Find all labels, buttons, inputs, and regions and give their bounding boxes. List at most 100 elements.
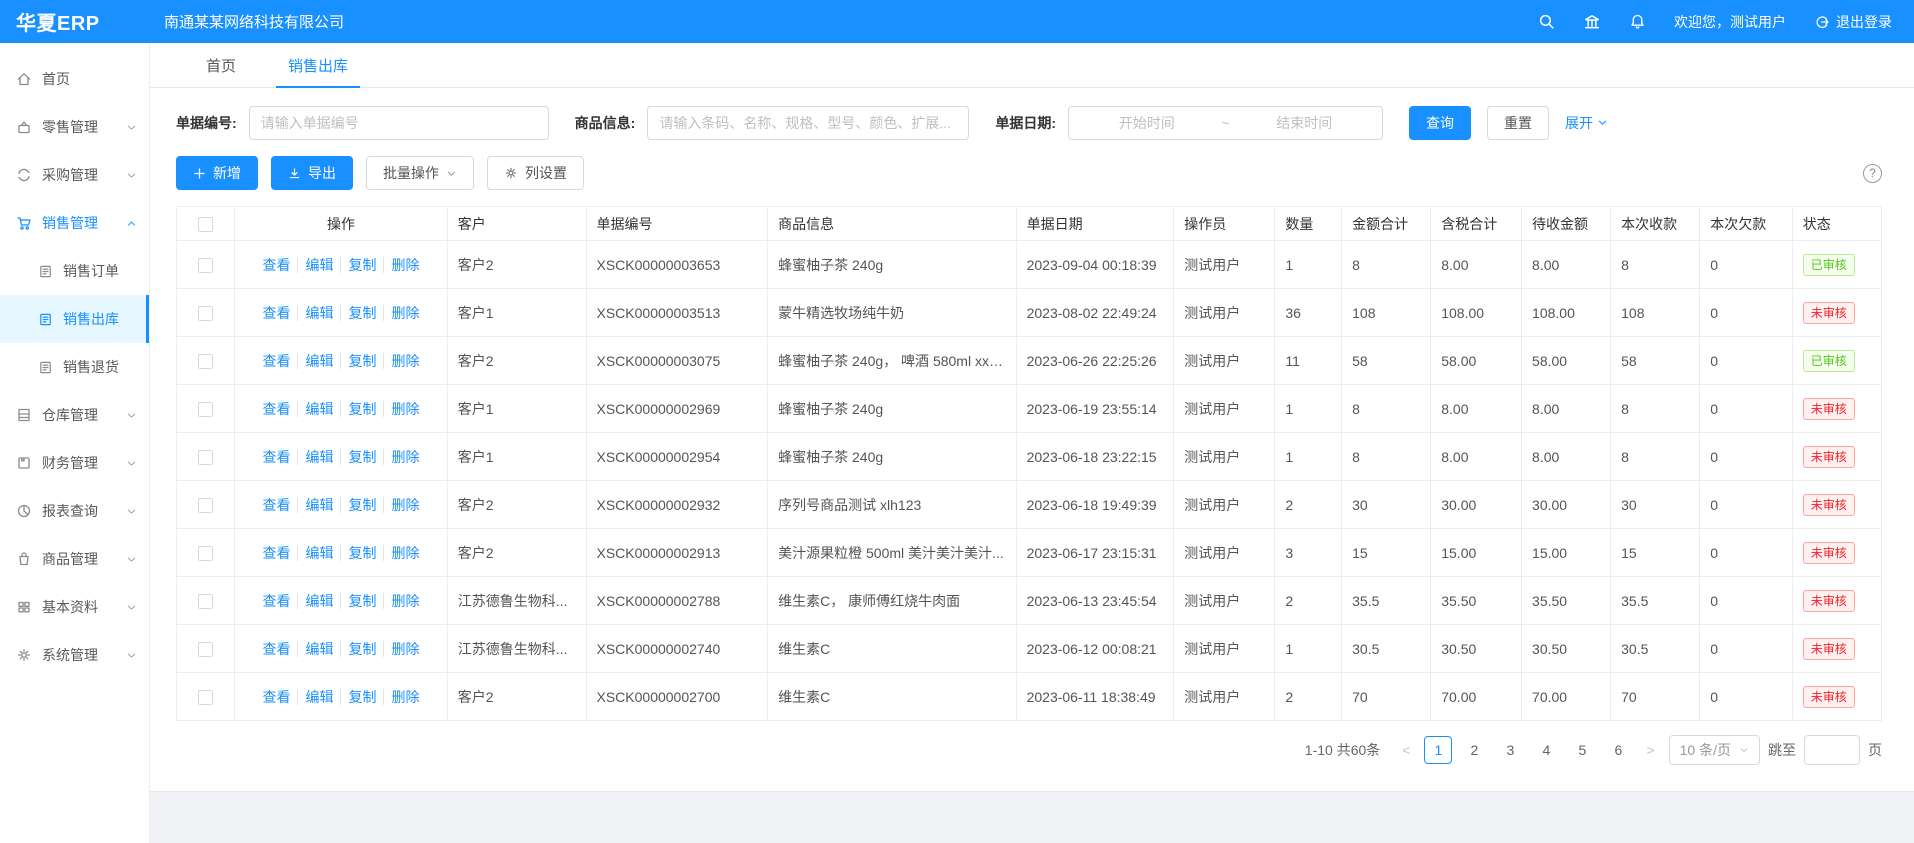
row-actions-cell: 查看编辑复制删除 (235, 481, 447, 529)
row-status-cell: 未审核 (1792, 385, 1881, 433)
delete-link[interactable]: 删除 (383, 497, 426, 513)
row-checkbox[interactable] (198, 498, 213, 513)
sidebar-item-warehouse[interactable]: 仓库管理 (0, 391, 149, 439)
bank-icon[interactable] (1583, 13, 1601, 31)
add-button[interactable]: 新增 (176, 156, 258, 190)
view-link[interactable]: 查看 (255, 545, 297, 561)
page-number-6[interactable]: 6 (1604, 736, 1632, 764)
delete-link[interactable]: 删除 (383, 401, 426, 417)
copy-link[interactable]: 复制 (340, 641, 383, 657)
page-number-5[interactable]: 5 (1568, 736, 1596, 764)
tab-sale-out[interactable]: 销售出库 (276, 43, 360, 87)
view-link[interactable]: 查看 (255, 353, 297, 369)
select-all-checkbox[interactable] (198, 217, 213, 232)
page-number-2[interactable]: 2 (1460, 736, 1488, 764)
jump-page-input[interactable] (1804, 735, 1860, 765)
material-input[interactable] (647, 106, 969, 140)
copy-link[interactable]: 复制 (340, 689, 383, 705)
copy-link[interactable]: 复制 (340, 593, 383, 609)
delete-link[interactable]: 删除 (383, 257, 426, 273)
sidebar-item-sale-out[interactable]: 销售出库 (0, 295, 149, 343)
copy-link[interactable]: 复制 (340, 401, 383, 417)
sidebar-item-sale-order[interactable]: 销售订单 (0, 247, 149, 295)
next-page-button[interactable]: > (1640, 742, 1660, 758)
view-link[interactable]: 查看 (255, 449, 297, 465)
sidebar-item-home[interactable]: 首页 (0, 55, 149, 103)
tab-home[interactable]: 首页 (194, 43, 248, 87)
page-number-3[interactable]: 3 (1496, 736, 1524, 764)
sidebar-item-finance[interactable]: 财务管理 (0, 439, 149, 487)
row-checkbox[interactable] (198, 402, 213, 417)
edit-link[interactable]: 编辑 (297, 257, 340, 273)
delete-link[interactable]: 删除 (383, 353, 426, 369)
sidebar-item-system[interactable]: 系统管理 (0, 631, 149, 679)
date-range-input[interactable]: 开始时间 ~ 结束时间 (1068, 106, 1383, 140)
row-checkbox[interactable] (198, 354, 213, 369)
sidebar-item-goods[interactable]: 商品管理 (0, 535, 149, 583)
sidebar-item-sale-return[interactable]: 销售退货 (0, 343, 149, 391)
delete-link[interactable]: 删除 (383, 305, 426, 321)
view-link[interactable]: 查看 (255, 593, 297, 609)
delete-link[interactable]: 删除 (383, 593, 426, 609)
row-checkbox[interactable] (198, 546, 213, 561)
edit-link[interactable]: 编辑 (297, 545, 340, 561)
delete-link[interactable]: 删除 (383, 545, 426, 561)
copy-link[interactable]: 复制 (340, 449, 383, 465)
sidebar-item-report[interactable]: 报表查询 (0, 487, 149, 535)
view-link[interactable]: 查看 (255, 641, 297, 657)
status-badge: 未审核 (1803, 686, 1855, 708)
page-number-4[interactable]: 4 (1532, 736, 1560, 764)
export-button[interactable]: 导出 (271, 156, 353, 190)
search-button[interactable]: 查询 (1409, 106, 1471, 140)
edit-link[interactable]: 编辑 (297, 593, 340, 609)
edit-link[interactable]: 编辑 (297, 401, 340, 417)
row-checkbox[interactable] (198, 258, 213, 273)
row-material: 维生素C (768, 625, 1016, 673)
bell-icon[interactable] (1629, 13, 1646, 30)
delete-link[interactable]: 删除 (383, 689, 426, 705)
view-link[interactable]: 查看 (255, 497, 297, 513)
sidebar-item-basic[interactable]: 基本资料 (0, 583, 149, 631)
edit-link[interactable]: 编辑 (297, 449, 340, 465)
reset-button[interactable]: 重置 (1487, 106, 1549, 140)
row-checkbox[interactable] (198, 450, 213, 465)
copy-link[interactable]: 复制 (340, 353, 383, 369)
sidebar-item-sales[interactable]: 销售管理 (0, 199, 149, 247)
edit-link[interactable]: 编辑 (297, 353, 340, 369)
page-size-select[interactable]: 10 条/页 (1669, 735, 1760, 765)
edit-link[interactable]: 编辑 (297, 305, 340, 321)
copy-link[interactable]: 复制 (340, 497, 383, 513)
view-link[interactable]: 查看 (255, 689, 297, 705)
copy-link[interactable]: 复制 (340, 305, 383, 321)
row-checkbox[interactable] (198, 594, 213, 609)
edit-link[interactable]: 编辑 (297, 497, 340, 513)
row-checkbox[interactable] (198, 690, 213, 705)
row-checkbox[interactable] (198, 642, 213, 657)
search-icon[interactable] (1538, 13, 1555, 30)
view-link[interactable]: 查看 (255, 401, 297, 417)
sidebar-item-purchase[interactable]: 采购管理 (0, 151, 149, 199)
help-icon[interactable]: ? (1863, 164, 1882, 183)
edit-link[interactable]: 编辑 (297, 641, 340, 657)
edit-link[interactable]: 编辑 (297, 689, 340, 705)
chevron-down-icon (1739, 745, 1749, 755)
chevron-down-icon (126, 170, 137, 181)
row-debt: 0 (1700, 625, 1793, 673)
row-date: 2023-06-17 23:15:31 (1016, 529, 1174, 577)
prev-page-button[interactable]: < (1396, 742, 1416, 758)
sidebar-item-retail[interactable]: 零售管理 (0, 103, 149, 151)
view-link[interactable]: 查看 (255, 257, 297, 273)
page-number-1[interactable]: 1 (1424, 736, 1452, 764)
sales-outbound-table: 操作客户单据编号商品信息单据日期操作员数量金额合计含税合计待收金额本次收款本次欠… (176, 206, 1882, 721)
expand-link[interactable]: 展开 (1565, 113, 1608, 133)
logout-button[interactable]: 退出登录 (1814, 12, 1892, 32)
view-link[interactable]: 查看 (255, 305, 297, 321)
copy-link[interactable]: 复制 (340, 257, 383, 273)
batch-actions-button[interactable]: 批量操作 (366, 156, 474, 190)
delete-link[interactable]: 删除 (383, 449, 426, 465)
row-checkbox[interactable] (198, 306, 213, 321)
copy-link[interactable]: 复制 (340, 545, 383, 561)
bill-no-input[interactable] (249, 106, 549, 140)
delete-link[interactable]: 删除 (383, 641, 426, 657)
column-settings-button[interactable]: 列设置 (487, 156, 584, 190)
